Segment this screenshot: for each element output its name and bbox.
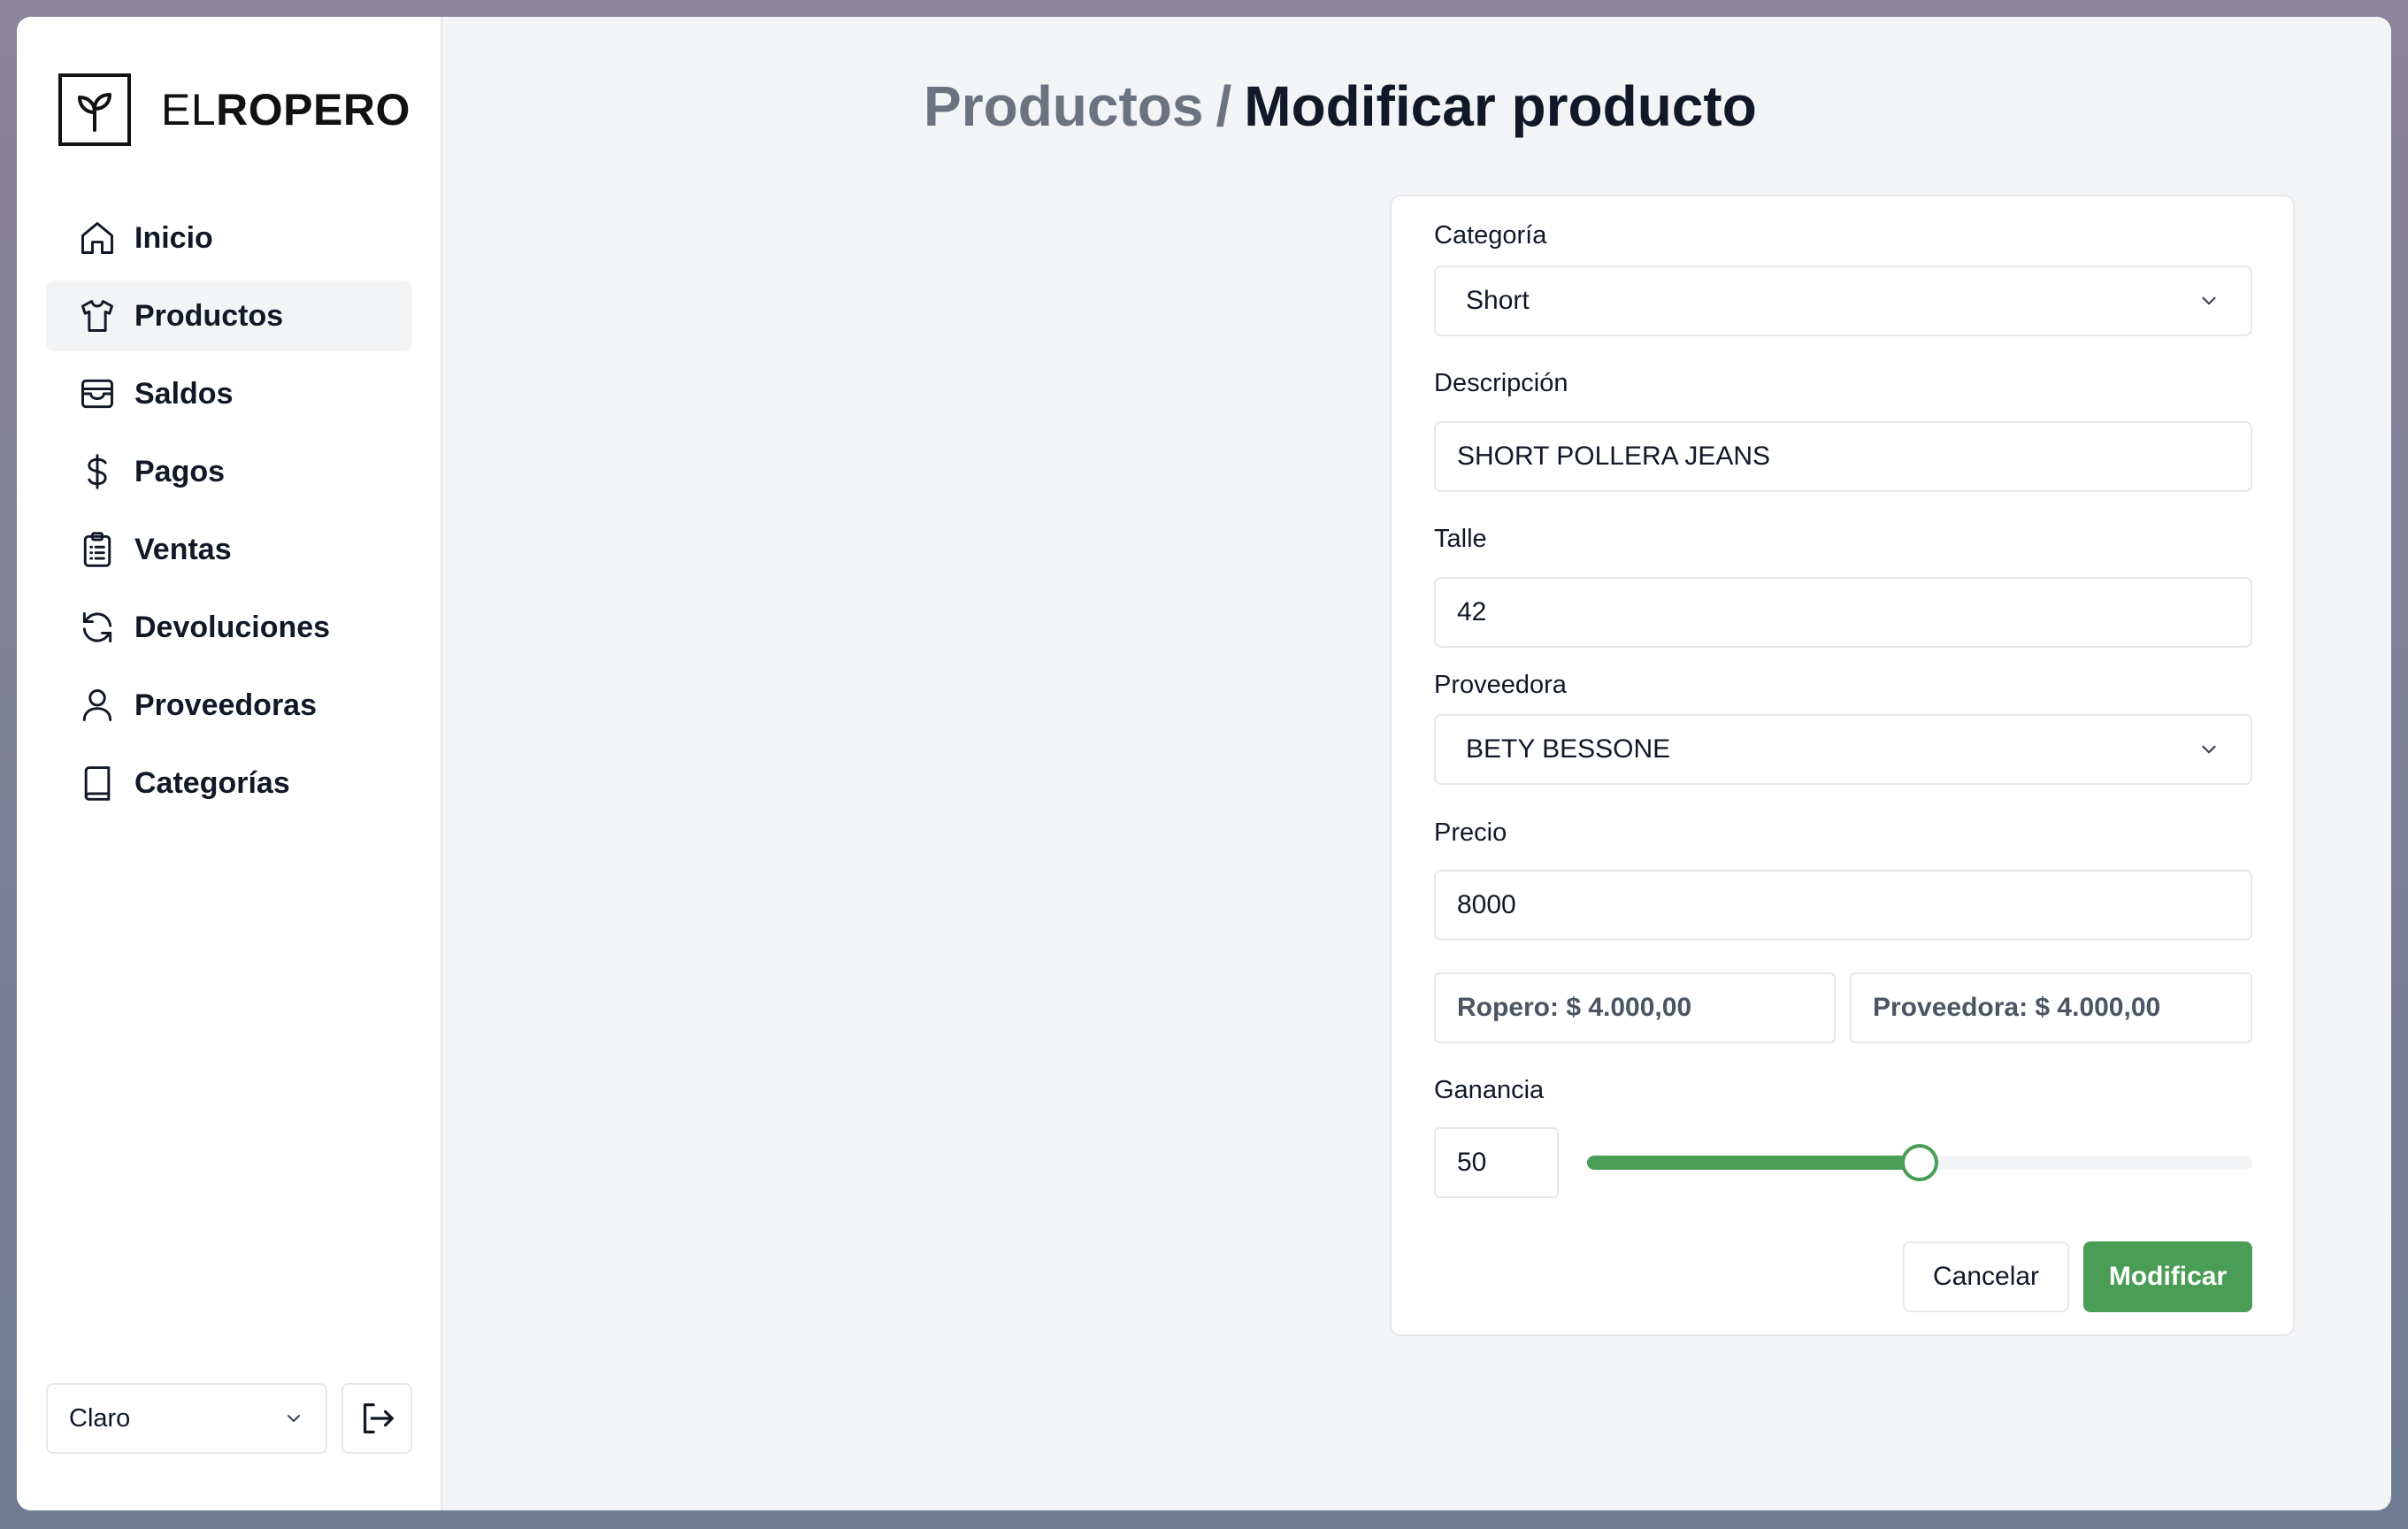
brand-name: ELROPERO (161, 84, 410, 135)
app-window: ELROPERO Inicio Productos Saldos Pagos V… (17, 17, 2391, 1510)
product-form-card: Categoría Short Descripción SHORT POLLER… (1390, 195, 2295, 1336)
proveedora-select[interactable]: BETY BESSONE (1434, 714, 2252, 785)
sidebar-item-proveedoras[interactable]: Proveedoras (46, 670, 412, 741)
ganancia-slider-fill (1587, 1156, 1920, 1170)
book-icon (84, 766, 111, 801)
logout-button[interactable] (341, 1383, 412, 1454)
proveedora-share-value: Proveedora: $ 4.000,00 (1873, 993, 2161, 1022)
sidebar-item-categorias[interactable]: Categorías (46, 748, 412, 818)
ganancia-input-value: 50 (1457, 1148, 1487, 1177)
talle-input[interactable]: 42 (1434, 577, 2252, 648)
refresh-icon (82, 611, 112, 643)
logout-icon (363, 1403, 394, 1433)
modify-button[interactable]: Modificar (2083, 1241, 2252, 1312)
proveedora-share-field: Proveedora: $ 4.000,00 (1850, 972, 2252, 1043)
brand-logo[interactable]: ELROPERO (58, 73, 410, 146)
page-title: Modificar producto (1244, 74, 1757, 138)
sidebar-item-label: Productos (134, 298, 284, 333)
sidebar-item-label: Pagos (134, 454, 226, 488)
brand-name-strong: ROPERO (216, 85, 410, 134)
sidebar-item-inicio[interactable]: Inicio (46, 203, 412, 273)
sidebar-nav: Inicio Productos Saldos Pagos Ventas Dev… (46, 203, 412, 826)
breadcrumb-separator: / (1216, 74, 1232, 138)
categoria-select[interactable]: Short (1434, 265, 2252, 336)
descripcion-input[interactable]: SHORT POLLERA JEANS (1434, 421, 2252, 492)
sidebar-item-pagos[interactable]: Pagos (46, 436, 412, 507)
sidebar-item-label: Proveedoras (134, 688, 317, 722)
precio-input[interactable]: 8000 (1434, 870, 2252, 941)
ropero-share-field: Ropero: $ 4.000,00 (1434, 972, 1836, 1043)
proveedora-select-value: BETY BESSONE (1466, 734, 1671, 764)
categoria-select-value: Short (1466, 286, 1530, 315)
dollar-icon (88, 454, 107, 489)
sidebar-item-ventas[interactable]: Ventas (46, 514, 412, 585)
sidebar-item-devoluciones[interactable]: Devoluciones (46, 592, 412, 663)
user-icon (82, 689, 112, 721)
cancel-button[interactable]: Cancelar (1903, 1241, 2069, 1312)
wallet-icon (81, 379, 113, 409)
sidebar-item-label: Inicio (134, 220, 213, 255)
ganancia-slider[interactable] (1587, 1144, 2252, 1181)
clipboard-list-icon (83, 532, 111, 567)
brand-prefix: EL (161, 85, 217, 134)
ganancia-slider-thumb[interactable] (1901, 1144, 1938, 1181)
main-content: Productos / Modificar producto Categoría S… (442, 17, 2391, 1510)
ganancia-label: Ganancia (1434, 1076, 1545, 1104)
shirt-icon (81, 300, 113, 332)
theme-select-value: Claro (69, 1403, 131, 1433)
descripcion-label: Descripción (1434, 369, 1568, 397)
chevron-down-icon (2202, 296, 2216, 305)
sprout-icon (58, 73, 131, 146)
chevron-down-icon (2202, 745, 2216, 754)
chevron-down-icon (288, 1415, 300, 1422)
ropero-share-value: Ropero: $ 4.000,00 (1457, 993, 1692, 1022)
sidebar: ELROPERO Inicio Productos Saldos Pagos V… (17, 17, 442, 1510)
proveedora-label: Proveedora (1434, 671, 1567, 699)
sidebar-item-label: Saldos (134, 376, 234, 411)
theme-select[interactable]: Claro (46, 1383, 327, 1454)
breadcrumb: Productos / Modificar producto (924, 73, 1757, 139)
breadcrumb-parent-link[interactable]: Productos (924, 74, 1203, 138)
ganancia-input[interactable]: 50 (1434, 1127, 1559, 1198)
precio-input-value: 8000 (1457, 890, 1516, 919)
sidebar-item-label: Categorías (134, 765, 290, 800)
sidebar-item-saldos[interactable]: Saldos (46, 358, 412, 429)
talle-label: Talle (1434, 525, 1487, 553)
descripcion-input-value: SHORT POLLERA JEANS (1457, 442, 1771, 471)
sidebar-item-productos[interactable]: Productos (46, 280, 412, 351)
talle-input-value: 42 (1457, 597, 1487, 626)
sidebar-item-label: Ventas (134, 532, 232, 566)
precio-label: Precio (1434, 818, 1507, 847)
sidebar-item-label: Devoluciones (134, 610, 331, 644)
categoria-label: Categoría (1434, 221, 1547, 250)
home-icon (81, 222, 113, 254)
